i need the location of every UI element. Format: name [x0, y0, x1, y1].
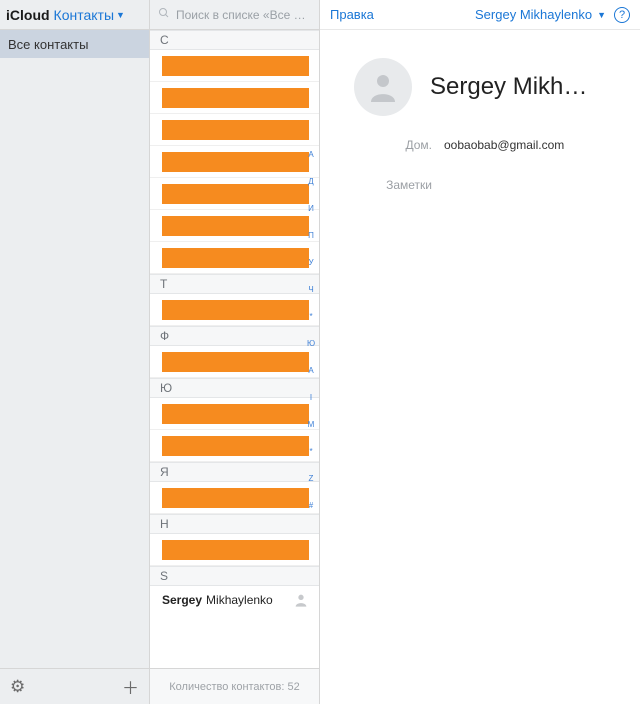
chevron-down-icon: ▼ [597, 10, 606, 20]
search-placeholder: Поиск в списке «Все … [176, 8, 306, 22]
list-section-header: С [150, 30, 319, 50]
contact-row-redacted[interactable] [150, 242, 319, 274]
contact-detail-pane: Правка Sergey Mikhaylenko ▼ ? Sergey Mik… [320, 0, 640, 704]
contact-row-selected[interactable]: Sergey Mikhaylenko [150, 586, 319, 614]
app-root: iCloud Контакты ▼ Все контакты ⚙ ＋ Поиск… [0, 0, 640, 704]
redacted-block [162, 352, 309, 372]
redacted-block [162, 436, 309, 456]
search-icon [158, 7, 170, 22]
groups-sidebar: iCloud Контакты ▼ Все контакты ⚙ ＋ [0, 0, 150, 704]
edit-button[interactable]: Правка [330, 7, 374, 22]
module-dropdown[interactable]: Контакты ▼ [54, 7, 125, 23]
email-label: Дом. [320, 138, 444, 152]
contacts-count: Количество контактов: 52 [169, 681, 299, 693]
group-label: Все контакты [8, 37, 88, 52]
contact-row-redacted[interactable] [150, 346, 319, 378]
redacted-block [162, 540, 309, 560]
list-section-header: Ф [150, 326, 319, 346]
account-name: Sergey Mikhaylenko [475, 7, 592, 22]
person-icon [293, 592, 309, 608]
list-section-header: Я [150, 462, 319, 482]
contacts-list-column: Поиск в списке «Все … С Т Ф Ю Я H S Sergey Mikha… [150, 0, 320, 704]
redacted-block [162, 88, 309, 108]
redacted-block [162, 248, 309, 268]
contact-row-redacted[interactable] [150, 146, 319, 178]
list-section-header: Ю [150, 378, 319, 398]
help-icon[interactable]: ? [614, 7, 630, 23]
notes-row: Заметки [320, 174, 640, 196]
contact-row-redacted[interactable] [150, 82, 319, 114]
brand-label: iCloud [6, 7, 50, 23]
redacted-block [162, 216, 309, 236]
contact-row-redacted[interactable] [150, 482, 319, 514]
contact-first-name: Sergey [162, 593, 202, 607]
contact-row-redacted[interactable] [150, 178, 319, 210]
gear-icon[interactable]: ⚙ [10, 677, 25, 697]
email-value[interactable]: oobaobab@gmail.com [444, 138, 564, 152]
group-all-contacts[interactable]: Все контакты [0, 30, 149, 58]
contact-row-redacted[interactable] [150, 430, 319, 462]
list-section-header: S [150, 566, 319, 586]
avatar [354, 58, 412, 116]
redacted-block [162, 184, 309, 204]
profile-block: Sergey Mikh… [320, 30, 640, 134]
email-row: Дом. oobaobab@gmail.com [320, 134, 640, 156]
search-input[interactable]: Поиск в списке «Все … [150, 0, 319, 30]
contact-row-redacted[interactable] [150, 114, 319, 146]
chevron-down-icon: ▼ [116, 10, 125, 20]
contact-row-redacted[interactable] [150, 210, 319, 242]
notes-label: Заметки [320, 178, 444, 192]
list-section-header: H [150, 514, 319, 534]
sidebar-footer: ⚙ ＋ [0, 668, 149, 704]
contact-row-redacted[interactable] [150, 294, 319, 326]
contact-last-name: Mikhaylenko [206, 593, 273, 607]
redacted-block [162, 404, 309, 424]
sidebar-spacer [0, 58, 149, 668]
contact-row-redacted[interactable] [150, 398, 319, 430]
redacted-block [162, 152, 309, 172]
contact-display-name: Sergey Mikh… [430, 73, 587, 101]
redacted-block [162, 488, 309, 508]
contact-row-redacted[interactable] [150, 50, 319, 82]
contact-row-redacted[interactable] [150, 534, 319, 566]
sidebar-header: iCloud Контакты ▼ [0, 0, 149, 30]
detail-header: Правка Sergey Mikhaylenko ▼ ? [320, 0, 640, 30]
list-section-header: Т [150, 274, 319, 294]
module-dropdown-label: Контакты [54, 7, 114, 23]
contacts-count-footer: Количество контактов: 52 [150, 668, 319, 704]
contacts-list-body[interactable]: СТФЮЯHSSergeyMikhaylenko АДИПУЧ*ЮAIM*Z# [150, 30, 319, 668]
account-dropdown[interactable]: Sergey Mikhaylenko ▼ [475, 7, 606, 22]
person-icon [365, 69, 401, 105]
redacted-block [162, 300, 309, 320]
redacted-block [162, 120, 309, 140]
redacted-block [162, 56, 309, 76]
plus-icon[interactable]: ＋ [122, 674, 139, 699]
